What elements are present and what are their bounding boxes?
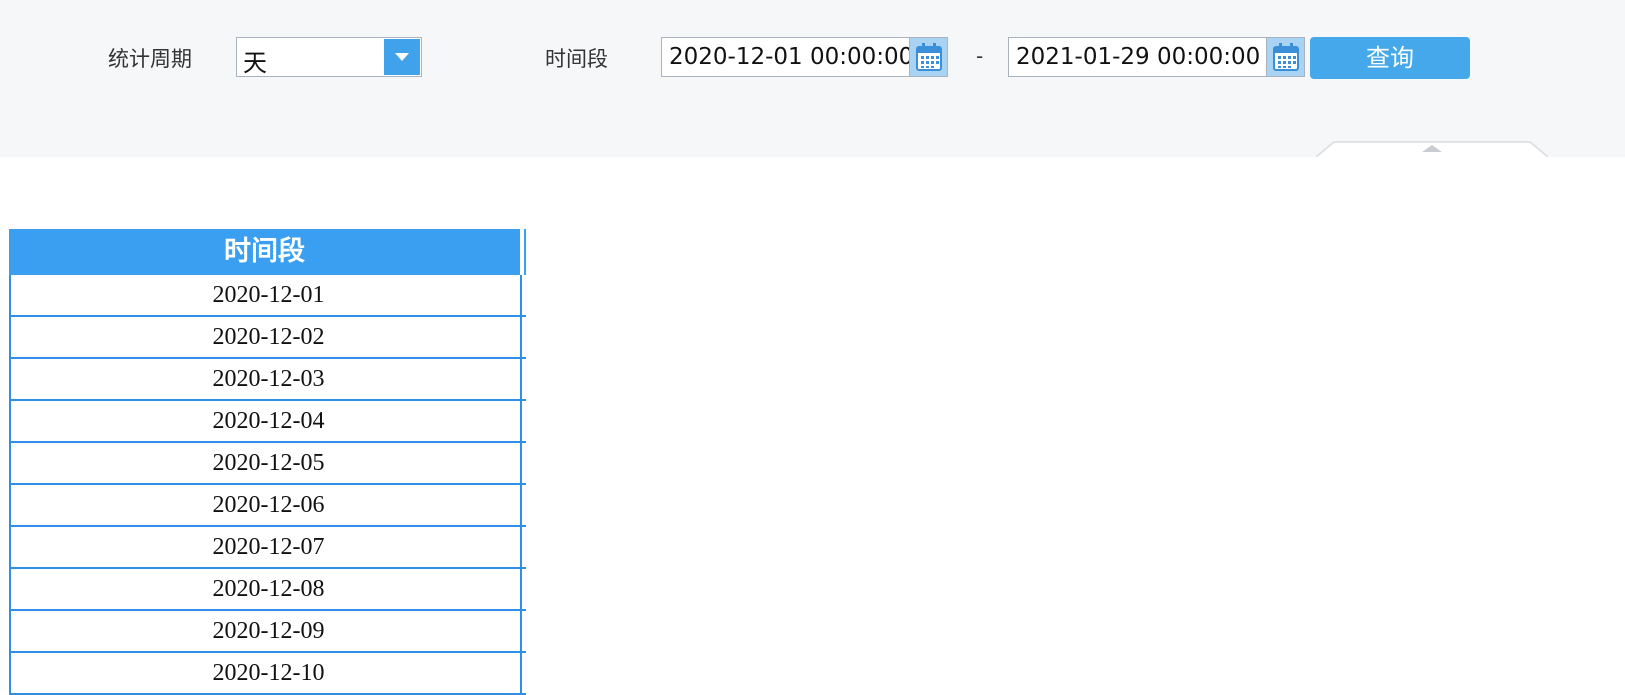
calendar-icon[interactable] [1266, 38, 1304, 76]
table-row: 2020-12-02 [9, 317, 526, 359]
collapse-toggle[interactable] [1315, 140, 1549, 158]
table-row: 2020-12-05 [9, 443, 526, 485]
range-separator: - [976, 44, 984, 68]
table-row: 2020-12-09 [9, 611, 526, 653]
period-label: 统计周期 [108, 47, 192, 71]
table-body: 2020-12-01 2020-12-02 2020-12-03 2020-12-04… [9, 275, 526, 695]
table-row: 2020-12-04 [9, 401, 526, 443]
table-row: 2020-12-10 [9, 653, 526, 695]
data-table: 时间段 2020-12-01 2020-12-02 2020-12-03 2020-1… [9, 229, 526, 695]
calendar-icon[interactable] [909, 38, 947, 76]
query-button[interactable]: 查询 [1310, 37, 1470, 79]
table-row: 2020-12-07 [9, 527, 526, 569]
start-date-value: 2020-12-01 00:00:00 [669, 44, 914, 70]
end-date-value: 2021-01-29 00:00:00 [1016, 44, 1261, 70]
caret-up-icon [1315, 141, 1549, 158]
start-date-field[interactable]: 2020-12-01 00:00:00 [661, 37, 948, 77]
table-row: 2020-12-06 [9, 485, 526, 527]
period-select[interactable]: 天 [236, 37, 422, 77]
table-row: 2020-12-03 [9, 359, 526, 401]
chevron-down-icon[interactable] [384, 39, 420, 75]
filter-toolbar: 统计周期 天 时间段 2020-12-01 00:00:00 - 2021-01… [0, 0, 1625, 158]
end-date-field[interactable]: 2021-01-29 00:00:00 [1008, 37, 1305, 77]
table-row: 2020-12-01 [9, 275, 526, 317]
table-header-time-range: 时间段 [9, 229, 524, 275]
range-label: 时间段 [545, 47, 608, 71]
period-select-value: 天 [243, 49, 267, 77]
table-row: 2020-12-08 [9, 569, 526, 611]
